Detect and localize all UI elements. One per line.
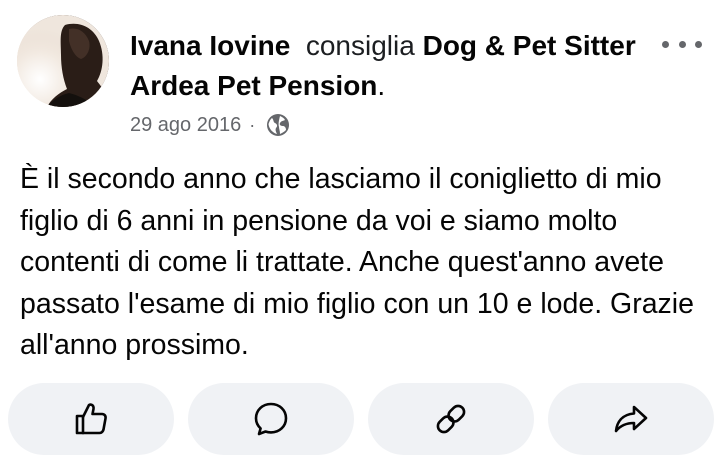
post-header: Ivana Iovine consiglia Dog & Pet Sitter … xyxy=(130,26,650,106)
share-icon xyxy=(614,405,648,433)
meta-separator: · xyxy=(249,114,256,135)
review-post: Ivana Iovine consiglia Dog & Pet Sitter … xyxy=(0,0,720,465)
like-button[interactable] xyxy=(8,383,174,455)
link-icon xyxy=(436,404,466,434)
post-body: È il secondo anno che lasciamo il conigl… xyxy=(20,163,694,361)
post-meta: 29 ago 2016 · xyxy=(130,110,291,140)
globe-icon xyxy=(265,112,291,138)
copy-link-button[interactable] xyxy=(368,383,534,455)
comment-icon xyxy=(254,402,288,436)
more-dot-icon xyxy=(695,40,702,48)
more-options-button[interactable] xyxy=(662,36,702,52)
recommend-verb: consiglia xyxy=(305,30,415,61)
comment-button[interactable] xyxy=(188,383,354,455)
header-period: . xyxy=(377,70,386,101)
avatar[interactable] xyxy=(17,15,109,107)
share-button[interactable] xyxy=(548,383,714,455)
more-dot-icon xyxy=(678,40,686,48)
post-date[interactable]: 29 ago 2016 xyxy=(130,114,241,137)
avatar-photo xyxy=(17,15,109,107)
more-dot-icon xyxy=(662,40,669,48)
author-name[interactable]: Ivana Iovine xyxy=(130,30,290,61)
thumbs-up-icon xyxy=(75,403,107,435)
action-bar xyxy=(0,383,720,455)
